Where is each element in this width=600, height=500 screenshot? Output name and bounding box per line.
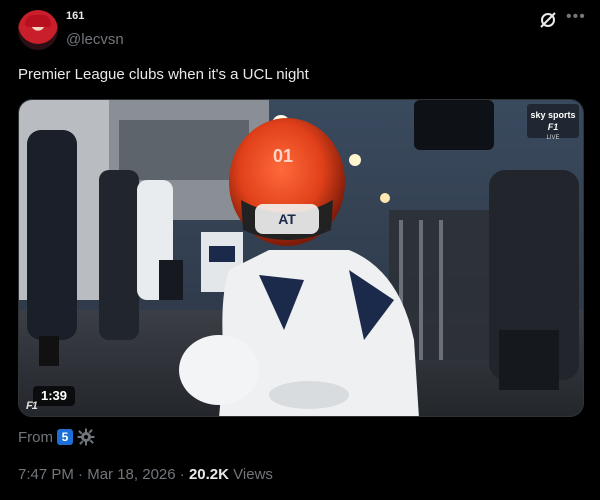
- more-icon[interactable]: •••: [566, 8, 585, 28]
- tweet-card[interactable]: 161 @lecvsn ••• Premier League clubs whe…: [0, 0, 600, 500]
- video-frame: AT 01 sky sports F1 LIVE: [19, 100, 583, 416]
- source-badge[interactable]: 5: [57, 429, 73, 445]
- helmet-number: 01: [273, 146, 293, 166]
- tweet-meta: 7:47 PM · Mar 18, 2026 · 20.2K Views: [18, 466, 273, 483]
- tweet-date[interactable]: Mar 18, 2026: [87, 466, 175, 483]
- video-duration: 1:39: [33, 386, 75, 406]
- meta-separator: ·: [179, 466, 185, 483]
- avatar[interactable]: [18, 10, 58, 50]
- broadcaster-label: sky sports: [530, 110, 575, 120]
- meta-separator: ·: [78, 466, 84, 483]
- views-count[interactable]: 20.2K: [189, 466, 229, 483]
- live-label: LIVE: [546, 135, 559, 141]
- svg-text:AT: AT: [278, 211, 296, 227]
- author-handle[interactable]: @lecvsn: [66, 31, 124, 48]
- f1-watermark: F1: [26, 400, 38, 412]
- tweet-time[interactable]: 7:47 PM: [18, 466, 74, 483]
- views-label: Views: [233, 466, 273, 483]
- video-player[interactable]: AT 01 sky sports F1 LIVE: [18, 99, 584, 417]
- tweet-text: Premier League clubs when it's a UCL nig…: [18, 66, 309, 83]
- author-name[interactable]: 161: [66, 10, 84, 22]
- gear-icon[interactable]: [77, 428, 95, 446]
- source-label: From: [18, 428, 53, 446]
- broadcaster-sub: F1: [548, 122, 559, 132]
- source-row: From 5: [18, 428, 95, 446]
- grok-icon[interactable]: [538, 10, 558, 30]
